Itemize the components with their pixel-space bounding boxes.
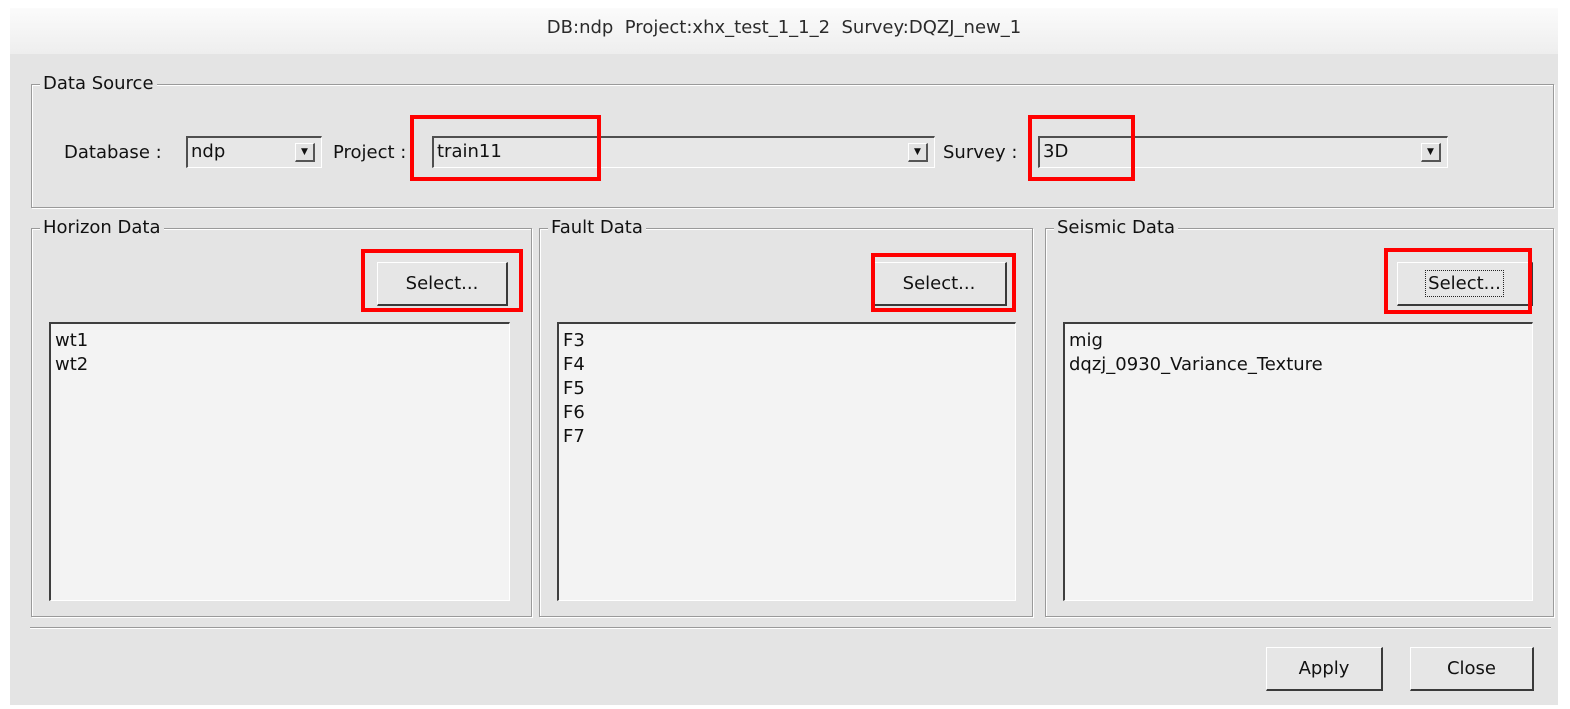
seismic-data-group: Seismic Data Select... mig dqzj_0930_Var… (1045, 217, 1554, 617)
horizon-select-label: Select... (405, 273, 479, 294)
chevron-down-icon[interactable]: ▼ (1421, 143, 1441, 162)
fault-group-title: Fault Data (548, 217, 646, 239)
footer-separator (30, 627, 1551, 629)
list-item[interactable]: dqzj_0930_Variance_Texture (1069, 353, 1528, 377)
dialog-window: DB:ndp Project:xhx_test_1_1_2 Survey:DQZ… (10, 8, 1558, 705)
list-item[interactable]: F4 (563, 353, 1011, 377)
list-item[interactable]: wt1 (55, 329, 505, 353)
seismic-select-label: Select... (1425, 270, 1504, 297)
survey-value: 3D (1043, 141, 1069, 162)
window-title: DB:ndp Project:xhx_test_1_1_2 Survey:DQZ… (10, 8, 1558, 54)
apply-label: Apply (1298, 658, 1350, 679)
close-button[interactable]: Close (1410, 647, 1534, 691)
project-label: Project : (333, 142, 407, 163)
horizon-group-title: Horizon Data (40, 217, 164, 239)
list-item[interactable]: F3 (563, 329, 1011, 353)
fault-data-group: Fault Data Select... F3 F4 F5 F6 F7 (539, 217, 1033, 617)
list-item[interactable]: mig (1069, 329, 1528, 353)
database-value: ndp (191, 141, 226, 162)
database-label: Database : (64, 142, 162, 163)
list-item[interactable]: F6 (563, 401, 1011, 425)
fault-list[interactable]: F3 F4 F5 F6 F7 (557, 322, 1016, 601)
horizon-data-group: Horizon Data Select... wt1 wt2 (31, 217, 532, 617)
survey-label: Survey : (943, 142, 1018, 163)
data-source-group: Data Source Database : ndp ▼ Project : t… (31, 73, 1554, 208)
database-combobox[interactable]: ndp ▼ (186, 136, 322, 168)
list-item[interactable]: F7 (563, 425, 1011, 449)
chevron-down-icon[interactable]: ▼ (295, 143, 315, 162)
seismic-list[interactable]: mig dqzj_0930_Variance_Texture (1063, 322, 1533, 601)
list-item[interactable]: wt2 (55, 353, 505, 377)
list-item[interactable]: F5 (563, 377, 1011, 401)
close-label: Close (1446, 658, 1497, 679)
fault-select-label: Select... (902, 273, 976, 294)
chevron-down-icon[interactable]: ▼ (908, 143, 928, 162)
data-source-group-title: Data Source (40, 73, 157, 95)
project-value: train11 (437, 141, 502, 162)
fault-select-button[interactable]: Select... (872, 262, 1007, 306)
horizon-list[interactable]: wt1 wt2 (49, 322, 510, 601)
survey-combobox[interactable]: 3D ▼ (1038, 136, 1448, 168)
apply-button[interactable]: Apply (1266, 647, 1383, 691)
seismic-select-button[interactable]: Select... (1397, 262, 1533, 306)
project-combobox[interactable]: train11 ▼ (432, 136, 935, 168)
horizon-select-button[interactable]: Select... (377, 262, 508, 306)
seismic-group-title: Seismic Data (1054, 217, 1179, 239)
